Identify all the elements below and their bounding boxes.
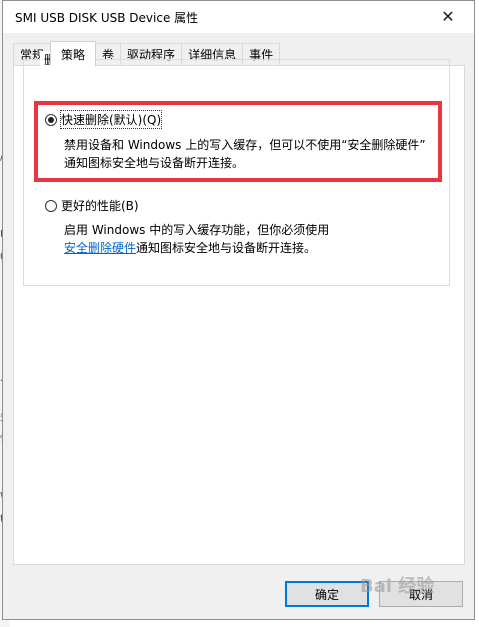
better-performance-label[interactable]: 更好的性能(B) bbox=[61, 197, 139, 214]
better-performance-desc-line2: 安全删除硬件通知图标安全地与设备断开连接。 bbox=[64, 239, 329, 257]
close-icon: ✕ bbox=[441, 6, 455, 26]
better-performance-option[interactable]: 更好的性能(B) bbox=[45, 197, 139, 214]
tab-policies[interactable]: 策略 bbox=[50, 41, 97, 66]
red-highlight-annotation bbox=[34, 101, 442, 182]
close-button[interactable]: ✕ bbox=[426, 1, 470, 31]
baidu-watermark: Bai 经验 bbox=[360, 576, 435, 597]
window-title: SMI USB DISK USB Device 属性 bbox=[15, 11, 199, 25]
better-performance-desc-line1: 启用 Windows 中的写入缓存功能，但你必须使用 bbox=[64, 223, 330, 237]
title-bar[interactable]: SMI USB DISK USB Device 属性 ✕ bbox=[3, 1, 474, 33]
safely-remove-hardware-link[interactable]: 安全删除硬件 bbox=[64, 241, 136, 255]
better-performance-radio[interactable] bbox=[45, 199, 57, 212]
properties-dialog: SMI USB DISK USB Device 属性 ✕ 常规 策略 卷 驱动程… bbox=[2, 0, 475, 620]
better-performance-desc-line2-text: 通知图标安全地与设备断开连接。 bbox=[136, 241, 317, 255]
better-performance-description: 启用 Windows 中的写入缓存功能，但你必须使用 安全删除硬件通知图标安全地… bbox=[64, 221, 329, 257]
ok-button[interactable]: 确定 bbox=[285, 581, 369, 607]
